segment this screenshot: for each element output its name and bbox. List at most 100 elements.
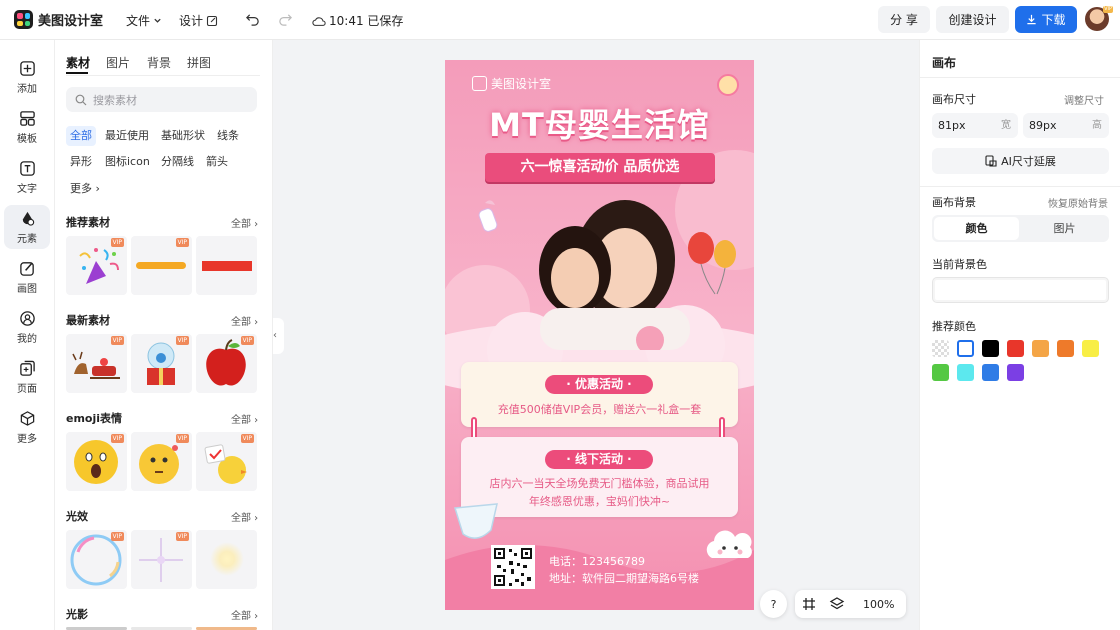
create-design-button[interactable]: 创建设计: [936, 6, 1009, 33]
tab-material[interactable]: 素材: [66, 54, 90, 71]
mother-child-photo: [539, 200, 690, 350]
bg-tab-color[interactable]: 颜色: [934, 217, 1019, 240]
material-thumb-scared-emoji[interactable]: VIP: [66, 432, 127, 491]
redo-icon[interactable]: [278, 12, 293, 27]
chip-icons[interactable]: 图标icon: [101, 152, 154, 172]
cloud-face-icon: [706, 530, 752, 558]
swatch-blue[interactable]: [982, 364, 999, 381]
ai-extend-label: AI尺寸延展: [1001, 155, 1056, 168]
nav-page[interactable]: 页面: [4, 355, 50, 399]
tab-image[interactable]: 图片: [106, 54, 130, 71]
design-poster[interactable]: 美图设计室 MT母婴生活馆 六一惊喜活动价 品质优选 · 优惠活动 · 充值50…: [445, 60, 754, 610]
swatch-light-orange[interactable]: [1032, 340, 1049, 357]
brush-stroke-image: [136, 262, 186, 269]
download-icon: [1027, 14, 1037, 25]
bg-tab-image[interactable]: 图片: [1022, 217, 1107, 240]
help-button[interactable]: ?: [760, 590, 787, 618]
save-status: 10:41 已保存: [312, 12, 403, 29]
swatch-cyan[interactable]: [957, 364, 974, 381]
help-label: ?: [770, 597, 777, 611]
nav-draw[interactable]: 画图: [4, 255, 50, 299]
swatch-black[interactable]: [982, 340, 999, 357]
file-menu[interactable]: 文件: [126, 12, 162, 29]
material-thumb-snowglobe[interactable]: VIP: [131, 334, 192, 393]
undo-icon[interactable]: [245, 12, 260, 27]
collapse-panel-button[interactable]: ‹: [273, 318, 284, 354]
chip-more[interactable]: 更多 ›: [66, 179, 104, 199]
download-label: 下载: [1041, 13, 1066, 27]
material-thumb-brush-stroke[interactable]: VIP: [131, 236, 192, 295]
height-field[interactable]: 89px 高: [1023, 113, 1109, 138]
material-thumb-thinking-emoji[interactable]: VIP: [131, 432, 192, 491]
swatch-red[interactable]: [1007, 340, 1024, 357]
chip-all[interactable]: 全部: [66, 126, 96, 146]
search-input[interactable]: 搜索素材: [66, 87, 257, 112]
user-icon: [19, 310, 35, 326]
app-logo[interactable]: 美图设计室: [14, 10, 103, 29]
nav-more[interactable]: 更多: [4, 405, 50, 449]
card2-text-line2: 年终感恩优惠，宝妈们快冲~: [528, 495, 671, 508]
see-all-shadow[interactable]: 全部 ›: [231, 607, 258, 622]
swatch-green[interactable]: [932, 364, 949, 381]
material-thumb-party-popper[interactable]: VIP: [66, 236, 127, 295]
swatch-purple[interactable]: [1007, 364, 1024, 381]
width-value: 81px: [938, 119, 966, 132]
right-panel: 画布 画布尺寸 调整尺寸 81px 宽 89px 高 AI尺寸延展 画布背景 恢…: [919, 40, 1120, 630]
material-thumb-sparkle[interactable]: VIP: [131, 530, 192, 589]
material-thumb-sleigh[interactable]: VIP: [66, 334, 127, 393]
chip-basic-shapes[interactable]: 基础形状: [157, 126, 209, 146]
glow-image: [210, 542, 244, 576]
save-status-text: 10:41 已保存: [329, 14, 404, 28]
see-all-label: 全部: [231, 219, 251, 230]
nav-elements[interactable]: 元素: [4, 205, 50, 249]
section-title-shadow: 光影: [66, 608, 88, 621]
material-thumb-bubble[interactable]: VIP: [66, 530, 127, 589]
height-unit: 高: [1092, 120, 1102, 131]
see-all-newest[interactable]: 全部 ›: [231, 313, 258, 328]
cloud-icon: [312, 16, 326, 26]
chip-arrows[interactable]: 箭头: [202, 152, 232, 172]
search-icon: [75, 94, 87, 105]
current-color-field[interactable]: [932, 277, 1109, 303]
swatch-transparent[interactable]: [932, 340, 949, 357]
nav-draw-label: 画图: [17, 283, 37, 295]
ai-extend-button[interactable]: AI尺寸延展: [932, 148, 1109, 174]
grid-icon[interactable]: [795, 590, 823, 618]
nav-template[interactable]: 模板: [4, 105, 50, 149]
design-menu[interactable]: 设计: [179, 12, 218, 29]
resize-link[interactable]: 调整尺寸: [1064, 92, 1104, 107]
swatch-orange[interactable]: [1057, 340, 1074, 357]
nav-mine[interactable]: 我的: [4, 305, 50, 349]
zoom-level[interactable]: 100%: [863, 598, 894, 611]
nav-mine-label: 我的: [17, 333, 37, 345]
card1-text: 充值500储值VIP会员，赠送六一礼盒一套: [497, 403, 702, 416]
avatar[interactable]: VIP: [1085, 6, 1113, 31]
red-bar-image: [202, 261, 252, 271]
chip-irregular[interactable]: 异形: [66, 152, 96, 172]
nav-add[interactable]: 添加: [4, 55, 50, 99]
material-thumb-apple[interactable]: VIP: [196, 334, 257, 393]
see-all-recommended[interactable]: 全部 ›: [231, 215, 258, 230]
tab-collage[interactable]: 拼图: [187, 54, 211, 71]
reset-bg-link[interactable]: 恢复原始背景: [1048, 195, 1108, 210]
swatch-yellow[interactable]: [1082, 340, 1099, 357]
avatar-vip-badge: VIP: [1103, 6, 1113, 13]
material-thumb-red-bar[interactable]: [196, 236, 257, 295]
chip-dividers[interactable]: 分隔线: [157, 152, 198, 172]
layers-icon[interactable]: [823, 590, 851, 618]
share-button[interactable]: 分 享: [878, 6, 930, 33]
width-field[interactable]: 81px 宽: [932, 113, 1018, 138]
chip-recent[interactable]: 最近使用: [101, 126, 153, 146]
nav-text[interactable]: 文字: [4, 155, 50, 199]
chip-lines[interactable]: 线条: [213, 126, 243, 146]
download-button[interactable]: 下载: [1015, 6, 1077, 33]
brand-name: 美图设计室: [491, 77, 552, 91]
material-thumb-chick-emoji[interactable]: VIP: [196, 432, 257, 491]
material-thumb-glow[interactable]: [196, 530, 257, 589]
swatch-white[interactable]: [957, 340, 974, 357]
tab-background[interactable]: 背景: [147, 54, 171, 71]
nav-template-label: 模板: [17, 133, 37, 145]
see-all-emoji[interactable]: 全部 ›: [231, 411, 258, 426]
see-all-light[interactable]: 全部 ›: [231, 509, 258, 524]
cube-icon: [20, 410, 34, 426]
